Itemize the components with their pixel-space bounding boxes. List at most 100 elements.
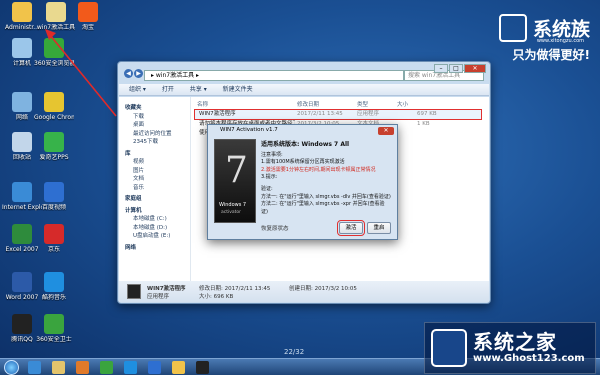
col-name[interactable]: 名称 <box>197 100 208 108</box>
nav-item[interactable]: 家庭组 <box>125 195 190 204</box>
column-headers: 名称 修改日期 类型 大小 <box>197 100 485 108</box>
page-indicator: 22/32 <box>284 348 305 356</box>
close-button[interactable]: ✕ <box>464 64 486 73</box>
desktop-icon[interactable]: Google Chrome <box>34 92 74 121</box>
verify-title: 验证: <box>261 185 273 192</box>
dialog-body: 适用系统版本: Windows 7 All 注意事项: 1.需有100M系统保留… <box>261 141 391 216</box>
watermark-url: www.Ghost123.com <box>473 353 585 364</box>
watermark-title: 系统之家 <box>473 330 557 354</box>
desktop-icon[interactable]: 百度视频 <box>34 182 74 211</box>
desktop-icon[interactable]: 酷狗音乐 <box>34 272 74 301</box>
taskbar-folder-icon[interactable] <box>172 361 185 374</box>
app-icon <box>12 2 32 22</box>
toolbar-share[interactable]: 共享 ▾ <box>190 86 207 93</box>
app-icon <box>44 38 64 58</box>
toolbar-new-folder[interactable]: 新建文件夹 <box>223 86 253 93</box>
app-icon <box>12 38 32 58</box>
note-line: 1.需有100M系统保留分区再实现激活 <box>261 159 345 166</box>
app-icon <box>44 224 64 244</box>
col-type[interactable]: 类型 <box>357 100 368 108</box>
brand-logo: 系统族 www.xitongzu.com 只为做得更好! <box>498 14 590 63</box>
nav-item[interactable]: 网络 <box>125 244 190 253</box>
col-size[interactable]: 大小 <box>397 100 408 108</box>
app-icon <box>44 314 64 334</box>
maximize-button[interactable]: □ <box>449 64 463 73</box>
desktop-icon[interactable]: 淘宝 <box>68 2 108 31</box>
activation-dialog: WIN7 Activation v1.7 ✕ 7 Windows 7 activ… <box>207 124 398 240</box>
nav-item[interactable]: 文档 <box>125 175 190 184</box>
app-icon <box>12 92 32 112</box>
navigation-pane: 收藏夹 下载 桌面 最近访问的位置 2345下载库视频 图片 文档 音乐 家庭组 计算机 本地磁盘 … <box>119 97 191 281</box>
desktop-icon[interactable]: 京东 <box>34 224 74 253</box>
nav-item[interactable]: 桌面 <box>125 121 190 130</box>
desktop-icon-label: 360安全浏览器 <box>34 60 74 67</box>
nav-item[interactable]: 视频 <box>125 158 190 167</box>
nav-item[interactable]: 音乐 <box>125 184 190 193</box>
app-icon <box>12 224 32 244</box>
toolbar-open[interactable]: 打开 <box>162 86 174 93</box>
minimize-button[interactable]: – <box>434 64 448 73</box>
nav-item[interactable]: 本地磁盘 (C:) <box>125 215 190 224</box>
taskbar-ie-icon[interactable] <box>28 361 41 374</box>
splash-sub: activator <box>221 210 242 215</box>
file-size: 697 KB <box>417 111 437 117</box>
address-bar[interactable]: ▸ win7激活工具 ▸ <box>144 70 404 81</box>
desktop-icon-label: 爱奇艺PPS <box>39 154 69 161</box>
app-icon <box>46 2 66 22</box>
watermark-emblem-icon <box>431 329 467 367</box>
app-icon <box>12 182 32 202</box>
desktop-icon-label: 百度视频 <box>41 204 66 211</box>
details-modified: 修改日期: 2017/2/11 13:45 <box>199 286 271 292</box>
restart-label: 重启 <box>373 225 385 231</box>
col-date[interactable]: 修改日期 <box>297 100 319 108</box>
watermark: 系统之家 www.Ghost123.com <box>424 322 596 374</box>
forward-icon[interactable]: ▶ <box>134 69 143 78</box>
file-size: 1 KB <box>417 121 430 127</box>
nav-item[interactable]: 库 <box>125 150 190 159</box>
restart-button[interactable]: 重启 <box>367 222 391 234</box>
brand-slogan: 只为做得更好! <box>512 48 590 62</box>
brand-emblem-icon <box>498 14 527 42</box>
windows7-splash-image: 7 Windows 7 activator <box>214 139 256 223</box>
splash-numeral: 7 <box>225 150 248 191</box>
nav-item[interactable]: 图片 <box>125 167 190 176</box>
start-button[interactable] <box>4 360 19 375</box>
nav-item[interactable]: U盘启动盘 (E:) <box>125 232 190 241</box>
taskbar-360-icon[interactable] <box>100 361 113 374</box>
taskbar-baidu-icon[interactable] <box>148 361 161 374</box>
dialog-close-button[interactable]: ✕ <box>378 127 394 135</box>
desktop-icon-label: 淘宝 <box>81 24 94 31</box>
nav-item[interactable]: 本地磁盘 (D:) <box>125 224 190 233</box>
app-icon <box>44 92 64 112</box>
app-icon <box>44 272 64 292</box>
toolbar-organize[interactable]: 组织 ▾ <box>129 86 146 93</box>
dialog-titlebar: WIN7 Activation v1.7 ✕ <box>208 125 397 136</box>
desktop-icon[interactable]: 360安全卫士 <box>34 314 74 343</box>
activate-button[interactable]: 激活 <box>337 220 365 236</box>
nav-item[interactable]: 下载 <box>125 113 190 122</box>
nav-item[interactable]: 计算机 <box>125 207 190 216</box>
app-icon <box>44 132 64 152</box>
file-name: WIN7激活程序 <box>199 111 236 117</box>
desktop-icon-label: 酷狗音乐 <box>41 294 66 301</box>
activate-label: 激活 <box>345 225 357 231</box>
app-icon <box>12 314 32 334</box>
desktop-icon[interactable]: 爱奇艺PPS <box>34 132 74 161</box>
nav-item[interactable]: 最近访问的位置 <box>125 130 190 139</box>
taskbar-media-icon[interactable] <box>76 361 89 374</box>
note-line: 2.激活需要1分钟左右时间,期间出现卡顿属正常情况 <box>261 166 376 173</box>
back-icon[interactable]: ◀ <box>124 69 133 78</box>
taskbar-explorer-icon[interactable] <box>52 361 65 374</box>
desktop-icon-label: 京东 <box>47 246 60 253</box>
desktop-icon[interactable]: 360安全浏览器 <box>34 38 74 67</box>
details-type: 应用程序 <box>147 294 170 300</box>
taskbar-kugou-icon[interactable] <box>124 361 137 374</box>
nav-item[interactable]: 2345下载 <box>125 138 190 147</box>
version-line: 适用系统版本: Windows 7 All <box>261 141 350 148</box>
taskbar-activator-icon[interactable] <box>196 361 209 374</box>
file-thumbnail-icon <box>127 284 141 299</box>
file-row[interactable]: WIN7激活程序 2017/2/11 13:45 应用程序 697 KB <box>194 109 482 120</box>
nav-item[interactable]: 收藏夹 <box>125 104 190 113</box>
dialog-title: WIN7 Activation v1.7 <box>220 127 278 133</box>
restore-link[interactable]: 恢复原状态 <box>261 224 289 232</box>
